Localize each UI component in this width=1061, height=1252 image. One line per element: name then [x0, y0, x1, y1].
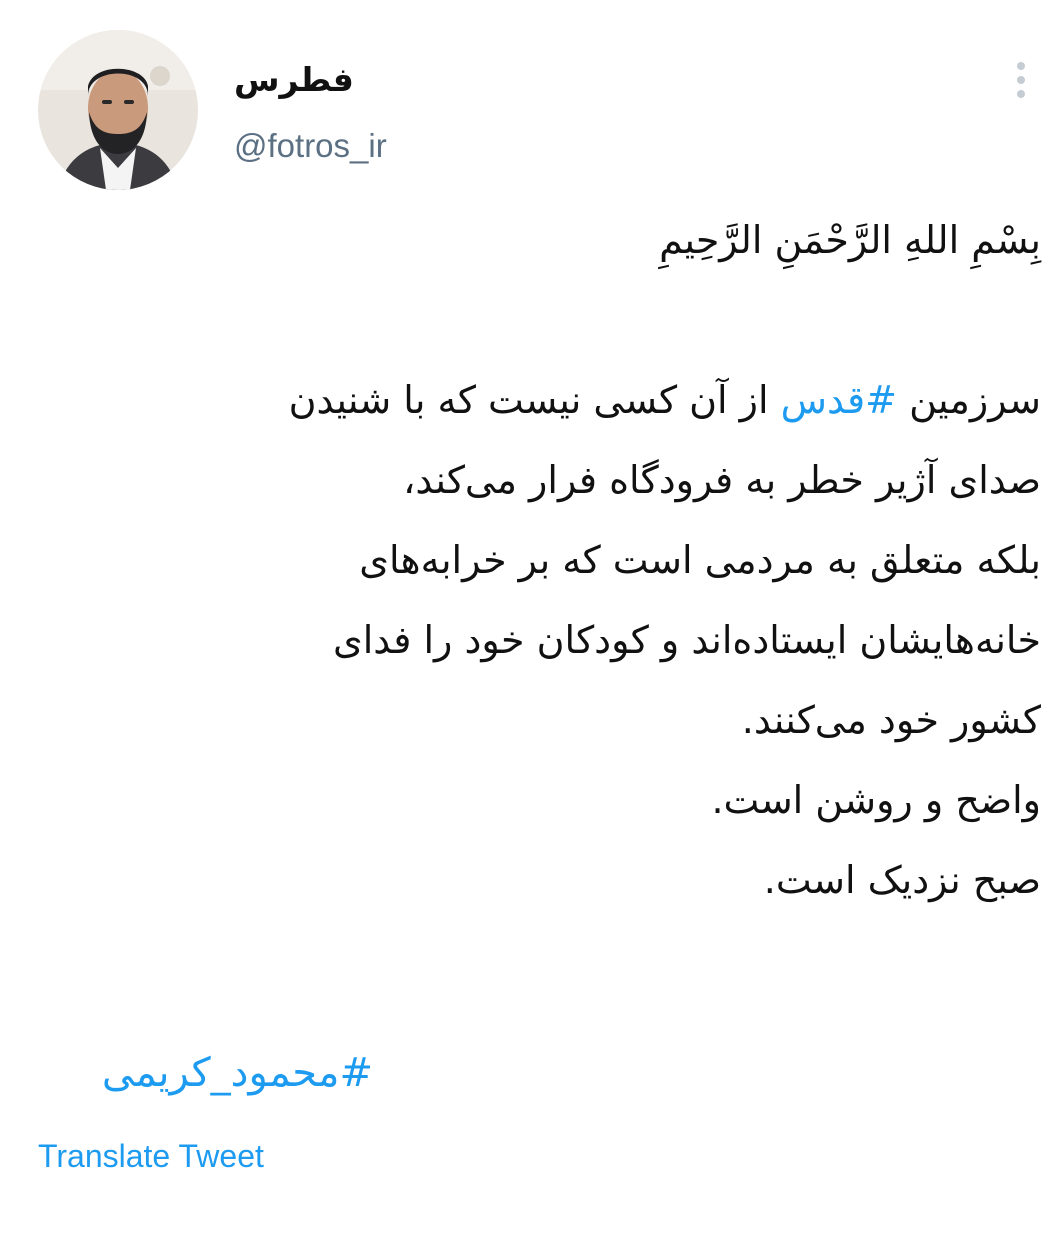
display-name[interactable]: فطرس: [234, 60, 354, 100]
tweet-text: بِسْمِ اللهِ الرَّحْمَنِ الرَّحِيمِ سرزم…: [41, 200, 1041, 920]
avatar-image: [38, 30, 198, 190]
tweet-line-6: واضح و روشن است.: [711, 778, 1041, 822]
tweet-line-4: خانه‌هایشان ایستاده‌اند و کودکان خود را …: [333, 618, 1041, 662]
tweet-bismillah: بِسْمِ اللهِ الرَّحْمَنِ الرَّحِيمِ: [659, 218, 1041, 262]
more-vertical-icon-dot: [1017, 76, 1025, 84]
tweet-line-2: صدای آژیر خطر به فرودگاه فرار می‌کند،: [403, 458, 1041, 502]
tweet-line-1-end: از آن کسی نیست که با شنیدن: [288, 378, 781, 422]
tweet-line-5: کشور خود می‌کنند.: [741, 698, 1041, 742]
more-options-button[interactable]: [1004, 56, 1038, 104]
tweet-line-3: بلکه متعلق به مردمی است که بر خرابه‌های: [359, 538, 1041, 582]
translate-tweet-link[interactable]: Translate Tweet: [38, 1136, 264, 1176]
hashtag-quds-link[interactable]: #قدس: [781, 378, 897, 422]
hashtag-mahmoud-karimi-link[interactable]: #محمود_کریمی: [102, 1038, 373, 1108]
more-vertical-icon-dot: [1017, 90, 1025, 98]
tweet-line-7: صبح نزدیک است.: [763, 858, 1041, 902]
tweet-line-1-start: سرزمین: [897, 378, 1041, 422]
user-handle[interactable]: @fotros_ir: [234, 126, 387, 166]
user-avatar[interactable]: [38, 30, 198, 190]
tweet-line-1: سرزمین #قدس از آن کسی نیست که با شنیدن: [41, 360, 1041, 440]
more-vertical-icon: [1017, 62, 1025, 70]
tweet-spacer: [41, 280, 1041, 360]
